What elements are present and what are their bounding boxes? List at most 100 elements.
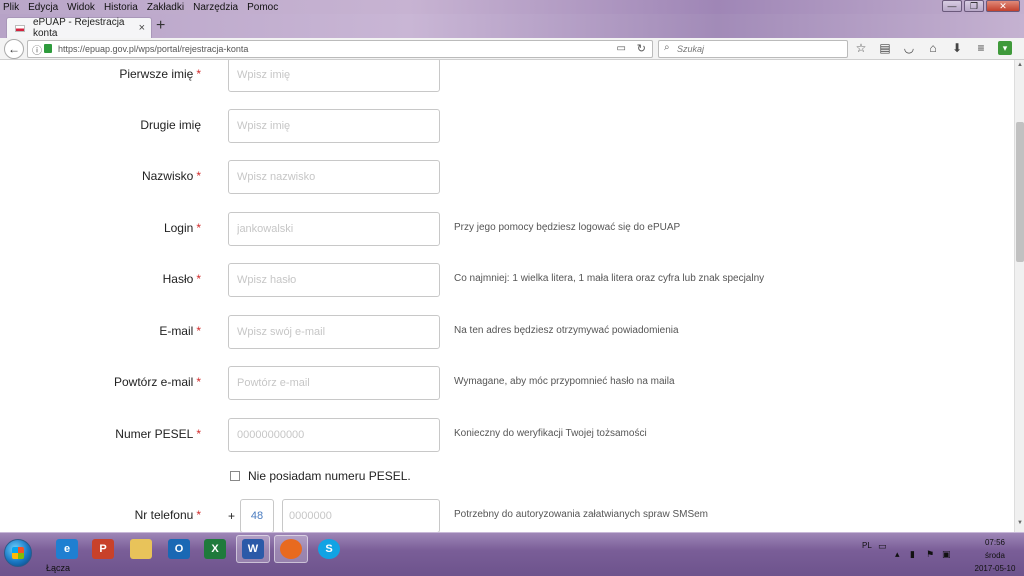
first-name-label-text: Pierwsze imię [119, 67, 194, 81]
firefox-icon [280, 539, 302, 559]
country-code-field[interactable]: 48 [240, 499, 274, 532]
home-icon[interactable]: ⌂ [926, 41, 940, 55]
second-name-label: Drugie imię [140, 118, 201, 132]
maximize-button[interactable]: ❐ [964, 0, 984, 12]
bookmark-star-icon[interactable]: ☆ [854, 41, 868, 55]
phone-hint: Potrzebny do autoryzowania załatwianych … [454, 509, 709, 520]
pesel-row: Numer PESEL* Konieczny do weryfikacji Tw… [0, 418, 1014, 452]
taskbar-app-firefox[interactable] [274, 535, 308, 563]
last-name-label: Nazwisko * [142, 169, 201, 183]
email-label: E-mail * [159, 324, 201, 338]
first-name-input[interactable] [228, 60, 440, 92]
show-hidden-icons[interactable]: ▴ [895, 549, 900, 560]
lock-icon [44, 44, 52, 53]
tab-epuap[interactable]: ePUAP - Rejestracja konta × [6, 17, 152, 39]
links-toolbar-label[interactable]: Łącza [46, 563, 70, 573]
menu-history[interactable]: Historia [103, 2, 139, 13]
menu-view[interactable]: Widok [66, 2, 96, 13]
menu-help[interactable]: Pomoc [246, 2, 279, 13]
first-name-row: Pierwsze imię * [0, 60, 1014, 92]
taskbar-app-skype[interactable]: S [312, 535, 346, 563]
login-input[interactable] [228, 212, 440, 246]
second-name-row: Drugie imię [0, 109, 1014, 143]
scroll-thumb[interactable] [1016, 122, 1024, 262]
download-icon[interactable]: ⬇ [950, 41, 964, 55]
word-icon: W [242, 539, 264, 559]
phone-row: Nr telefonu* + 48 Potrzebny do autoryzow… [0, 499, 1014, 532]
new-tab-button[interactable]: + [156, 18, 165, 34]
password-label-text: Hasło [162, 272, 194, 286]
pocket-icon[interactable]: ◡ [902, 41, 916, 55]
action-center-flag-icon[interactable]: ⚑ [926, 549, 934, 560]
phone-plus-sign: + [228, 509, 236, 523]
taskbar-app-powerpoint[interactable]: P [86, 535, 120, 563]
last-name-input[interactable] [228, 160, 440, 194]
url-path: /wps/portal/rejestracja-konta [135, 44, 249, 54]
close-window-button[interactable]: ✕ [986, 0, 1020, 12]
taskbar-app-outlook[interactable]: O [162, 535, 196, 563]
taskbar-app-word[interactable]: W [236, 535, 270, 563]
second-name-input[interactable] [228, 109, 440, 143]
scroll-down-icon[interactable]: ▼ [1016, 520, 1024, 530]
powerpoint-icon: P [92, 539, 114, 559]
navigation-bar: ← ⓘ https://epuap.gov.pl/wps/portal/reje… [0, 38, 1024, 60]
taskbar-app-explorer[interactable] [124, 535, 158, 563]
phone-input[interactable] [282, 499, 440, 532]
clock-day: środa [984, 551, 1005, 560]
menu-bookmarks[interactable]: Zakładki [146, 2, 185, 13]
menu-hamburger-icon[interactable]: ≡ [974, 41, 988, 55]
system-clock[interactable]: 07:56 środa 2017-05-10 [970, 536, 1020, 575]
display-icon[interactable]: ▣ [942, 549, 951, 560]
search-icon: ⌕ [664, 42, 670, 53]
email-repeat-row: Powtórz e-mail* Wymagane, aby móc przypo… [0, 366, 1014, 400]
last-name-label-text: Nazwisko [141, 169, 194, 183]
url-bar[interactable]: ⓘ https://epuap.gov.pl/wps/portal/rejest… [27, 40, 653, 58]
password-label: Hasło * [163, 272, 201, 286]
email-repeat-input[interactable] [228, 366, 440, 400]
required-marker: * [196, 427, 201, 441]
menu-edit[interactable]: Edycja [27, 2, 59, 13]
close-tab-icon[interactable]: × [139, 22, 145, 34]
required-marker: * [196, 272, 201, 286]
password-input[interactable] [228, 263, 440, 297]
toolbar-icons: ☆ ▤ ◡ ⌂ ⬇ ≡ ▾ [854, 41, 1012, 55]
scroll-up-icon[interactable]: ▲ [1016, 62, 1024, 72]
search-bar[interactable]: ⌕ [658, 40, 848, 58]
email-input[interactable] [228, 315, 440, 349]
reader-view-icon[interactable]: ▭ [617, 43, 626, 54]
required-marker: * [196, 67, 201, 81]
menu-file[interactable]: Plik [2, 2, 20, 13]
tab-strip: ePUAP - Rejestracja konta × + [0, 14, 1024, 39]
pesel-hint: Konieczny do weryfikacji Twojej tożsamoś… [454, 428, 647, 439]
network-icon[interactable]: ▮ [910, 549, 915, 560]
password-hint: Co najmniej: 1 wielka litera, 1 mała lit… [454, 273, 765, 284]
language-indicator[interactable]: PL [862, 541, 872, 550]
last-name-row: Nazwisko * [0, 160, 1014, 194]
minimize-button[interactable]: — [942, 0, 962, 12]
pesel-input[interactable] [228, 418, 440, 452]
vertical-scrollbar[interactable]: ▲ ▼ [1014, 60, 1024, 532]
search-input[interactable] [677, 43, 837, 55]
taskbar-app-ie[interactable]: e [50, 535, 84, 563]
menu-tools[interactable]: Narzędzia [192, 2, 239, 13]
taskbar-app-excel[interactable]: X [198, 535, 232, 563]
login-label: Login * [164, 221, 201, 235]
first-name-label: Pierwsze imię * [119, 67, 201, 81]
url-text[interactable]: https://epuap.gov.pl/wps/portal/rejestra… [58, 44, 248, 54]
bookmarks-library-icon[interactable]: ▤ [878, 41, 892, 55]
no-pesel-checkbox[interactable] [230, 471, 240, 481]
email-repeat-label-text: Powtórz e-mail [113, 375, 194, 389]
info-icon[interactable]: ⓘ [32, 42, 42, 57]
phone-label-text: Nr telefonu [134, 508, 194, 522]
login-hint: Przy jego pomocy będziesz logować się do… [454, 222, 681, 233]
reload-icon[interactable]: ↻ [637, 42, 646, 55]
tab-title: ePUAP - Rejestracja konta [32, 17, 125, 39]
keyboard-icon[interactable]: ▭ [878, 541, 887, 552]
folder-icon [130, 539, 152, 559]
extension-icon[interactable]: ▾ [998, 41, 1012, 55]
start-button[interactable] [4, 539, 32, 567]
no-pesel-option[interactable]: Nie posiadam numeru PESEL. [230, 469, 411, 483]
poland-flag-icon [15, 24, 25, 32]
back-button[interactable]: ← [4, 39, 24, 59]
pesel-label-text: Numer PESEL [115, 427, 194, 441]
